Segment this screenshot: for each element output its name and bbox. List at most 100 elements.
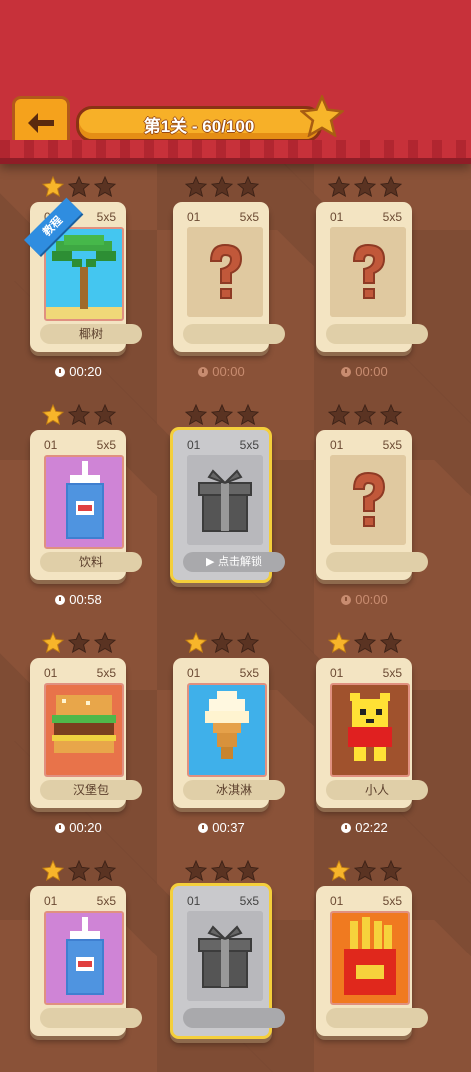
level-stars [286,176,443,197]
level-cell: 01 5x5 00:00 [286,158,443,388]
level-stars [286,632,443,653]
level-stars [143,632,300,653]
clock-icon [198,822,209,833]
star-empty-icon [236,632,259,653]
star-filled-icon [41,176,64,197]
level-label [183,324,285,344]
level-number: 01 [330,438,344,452]
level-label [40,1008,142,1028]
star-empty-icon [236,176,259,197]
grid-size: 5x5 [382,210,402,224]
level-picture [330,911,410,1005]
drink-pixel-art [46,457,122,547]
level-label: 小人 [326,780,428,800]
level-card[interactable]: 01 5x5 [173,202,285,352]
star-empty-icon [184,176,207,197]
level-cell: 01 5x5 饮料 00:58 [0,386,157,616]
grid-size: 5x5 [239,438,259,452]
level-number: 01 [187,210,201,224]
star-empty-icon [67,632,90,653]
time-text: 00:20 [69,820,102,835]
star-filled-icon [41,404,64,425]
level-card[interactable]: 01 5x5 冰淇淋 [173,658,285,808]
level-stars [0,176,157,197]
gift-icon [187,911,263,1001]
level-cell: 01 5x5 [0,842,157,1072]
level-picture [330,227,406,317]
grid-size: 5x5 [239,894,259,908]
star-empty-icon [93,176,116,197]
level-time: 02:22 [286,820,443,835]
level-label: 冰淇淋 [183,780,285,800]
level-stars [143,860,300,881]
star-empty-icon [210,860,233,881]
grid-size: 5x5 [96,210,116,224]
star-empty-icon [67,176,90,197]
star-empty-icon [379,404,402,425]
star-empty-icon [236,860,259,881]
top-bar: 第1关 - 60/100 [0,0,471,158]
level-card[interactable]: 01 5x5 [316,202,428,352]
star-empty-icon [93,404,116,425]
grid-size: 5x5 [239,210,259,224]
level-card[interactable]: 01 5x5 [30,886,142,1036]
question-mark-icon [187,227,263,317]
star-empty-icon [210,176,233,197]
level-picture [44,227,124,321]
level-picture [330,455,406,545]
level-picture [44,455,124,549]
star-empty-icon [93,632,116,653]
level-card[interactable]: 01 5x5 [316,430,428,580]
question-mark-icon [330,227,406,317]
level-time: 00:00 [143,364,300,379]
star-filled-icon [41,632,64,653]
level-card[interactable]: 01 5x5 小人 [316,658,428,808]
star-empty-icon [353,404,376,425]
level-number: 01 [187,894,201,908]
level-cell: 01 5x5 冰淇淋 00:37 [143,614,300,844]
time-text: 02:22 [355,820,388,835]
level-label [326,552,428,572]
back-arrow-icon [28,113,54,133]
level-card[interactable]: 01 5x5 椰树 教程 [24,197,142,352]
level-picture [330,683,410,777]
level-cell: 01 5x5 [143,842,300,1072]
level-number: 01 [187,438,201,452]
time-text: 00:00 [212,364,245,379]
level-picture [187,911,263,1001]
time-text: 00:20 [69,364,102,379]
level-picture [44,683,124,777]
level-cell: 01 5x5 00:00 [286,386,443,616]
grid-size: 5x5 [382,894,402,908]
fries-pixel-art [332,913,408,1003]
level-card[interactable]: 01 5x5 ▶ 点击解锁 [170,427,285,583]
level-number: 01 [44,438,58,452]
level-cell: 01 5x5 小人 02:22 [286,614,443,844]
level-card[interactable]: 01 5x5 [316,886,428,1036]
unlock-button[interactable] [183,1008,285,1028]
star-empty-icon [67,860,90,881]
level-card[interactable]: 01 5x5 汉堡包 [30,658,142,808]
clock-icon [341,594,352,605]
back-button[interactable] [12,96,70,150]
level-picture [187,683,267,777]
unlock-button[interactable]: ▶ 点击解锁 [183,552,285,572]
level-label [326,324,428,344]
level-label: 饮料 [40,552,142,572]
question-mark-icon [330,455,406,545]
star-icon [300,95,344,137]
star-empty-icon [184,860,207,881]
clock-icon [198,366,209,377]
star-empty-icon [353,176,376,197]
grid-size: 5x5 [96,894,116,908]
level-picture [187,455,263,545]
level-label: 汉堡包 [40,780,142,800]
level-card[interactable]: 01 5x5 饮料 [30,430,142,580]
time-text: 00:58 [69,592,102,607]
level-stars [143,176,300,197]
star-empty-icon [379,632,402,653]
star-empty-icon [236,404,259,425]
star-filled-icon [184,632,207,653]
level-card[interactable]: 01 5x5 [170,883,285,1039]
level-cell: 01 5x5 00:00 [143,158,300,388]
